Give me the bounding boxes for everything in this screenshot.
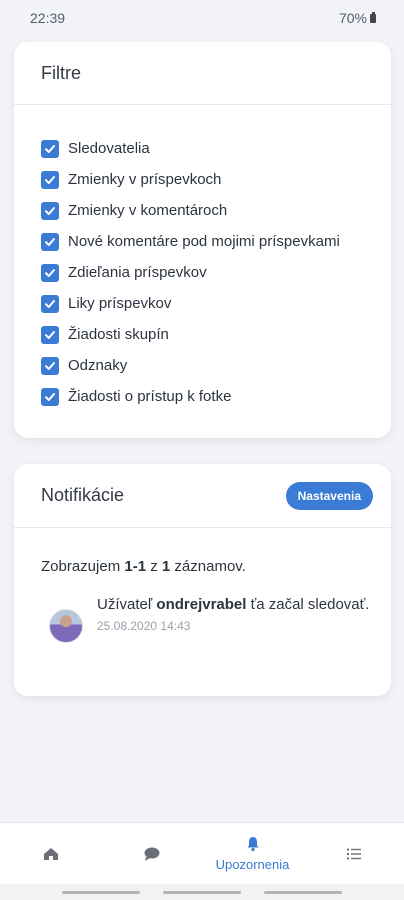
checkbox[interactable]: [41, 170, 59, 189]
filter-label: Liky príspevkov: [68, 295, 172, 312]
status-time: 22:39: [30, 10, 66, 26]
checkbox[interactable]: [41, 139, 59, 158]
notification-time: 25.08.2020 14:43: [97, 619, 191, 633]
filter-item-group-requests[interactable]: Žiadosti skupín: [41, 319, 391, 350]
check-icon: [45, 268, 55, 277]
filter-label: Sledovatelia: [68, 140, 150, 157]
nav-menu[interactable]: [303, 823, 404, 884]
filter-item-mentions-comments[interactable]: Zmienky v komentároch: [41, 195, 391, 226]
nav-notifications-label: Upozornenia: [215, 857, 290, 872]
filter-label: Zdieľania príspevkov: [68, 264, 207, 281]
filters-card: Filtre Sledovatelia Zmienky v príspevkoc…: [14, 42, 391, 438]
notification-user[interactable]: ondrejvrabel: [156, 596, 246, 613]
check-icon: [45, 237, 55, 246]
checkbox[interactable]: [41, 263, 59, 282]
bell-icon: [247, 837, 258, 852]
battery-icon: [370, 11, 376, 23]
settings-button[interactable]: Nastavenia: [285, 481, 373, 510]
gesture-pill[interactable]: [264, 890, 343, 894]
filter-label: Nové komentáre pod mojimi príspevkami: [68, 233, 340, 250]
checkbox[interactable]: [41, 232, 59, 251]
check-icon: [45, 144, 55, 153]
list-icon: [346, 848, 361, 859]
check-icon: [45, 330, 55, 339]
filter-label: Zmienky v príspevkoch: [68, 171, 222, 188]
notification-item[interactable]: Užívateľ ondrejvrabel ťa začal sledovať.…: [14, 575, 391, 643]
filter-item-photo-access[interactable]: Žiadosti o prístup k fotke: [41, 381, 391, 412]
filter-label: Žiadosti skupín: [68, 326, 169, 343]
avatar[interactable]: [49, 609, 83, 643]
summary-range: 1-1: [124, 558, 147, 575]
notification-body: Užívateľ ondrejvrabel ťa začal sledovať.…: [97, 593, 369, 643]
nav-home[interactable]: [0, 823, 101, 884]
home-icon: [43, 847, 58, 860]
checkbox[interactable]: [41, 325, 59, 344]
gesture-pill[interactable]: [61, 890, 140, 894]
notification-suffix: ťa začal sledovať.: [246, 596, 370, 613]
filter-item-new-comments[interactable]: Nové komentáre pod mojimi príspevkami: [41, 226, 391, 257]
checkbox[interactable]: [41, 294, 59, 313]
filter-item-mentions-posts[interactable]: Zmienky v príspevkoch: [41, 164, 391, 195]
status-bar: 22:39 70%: [0, 0, 404, 36]
filter-item-followers[interactable]: Sledovatelia: [41, 133, 391, 164]
filter-list: Sledovatelia Zmienky v príspevkoch Zmien…: [14, 105, 391, 412]
notifications-header: Notifikácie Nastavenia: [14, 464, 391, 528]
check-icon: [45, 299, 55, 308]
filter-item-badges[interactable]: Odznaky: [41, 350, 391, 381]
check-icon: [45, 206, 55, 215]
filter-label: Odznaky: [68, 357, 128, 374]
filters-header: Filtre: [14, 42, 391, 105]
system-navigation-bar: [0, 884, 404, 900]
nav-messages[interactable]: [101, 823, 202, 884]
checkbox[interactable]: [41, 387, 59, 406]
summary-prefix: Zobrazujem: [41, 558, 125, 575]
filter-item-likes[interactable]: Liky príspevkov: [41, 288, 391, 319]
filter-label: Zmienky v komentároch: [68, 202, 228, 219]
notification-prefix: Užívateľ: [97, 596, 157, 613]
summary-suffix: záznamov.: [170, 558, 246, 575]
notification-text: Užívateľ ondrejvrabel ťa začal sledovať.: [97, 593, 369, 617]
checkbox[interactable]: [41, 201, 59, 220]
checkbox[interactable]: [41, 356, 59, 375]
records-summary: Zobrazujem 1-1 z 1 záznamov.: [14, 528, 391, 575]
notifications-title: Notifikácie: [41, 485, 125, 505]
battery-level: 70%: [338, 10, 367, 26]
summary-mid: z: [146, 558, 162, 575]
chat-icon: [144, 847, 159, 861]
check-icon: [45, 175, 55, 184]
filter-label: Žiadosti o prístup k fotke: [68, 388, 232, 405]
summary-total: 1: [161, 558, 171, 575]
battery-indicator: 70%: [339, 10, 376, 26]
check-icon: [45, 392, 55, 401]
notifications-card: Notifikácie Nastavenia Zobrazujem 1-1 z …: [14, 464, 391, 696]
nav-notifications[interactable]: Upozornenia: [202, 823, 303, 884]
bottom-nav: Upozornenia: [0, 822, 404, 884]
gesture-pill[interactable]: [162, 890, 241, 894]
filter-item-shares[interactable]: Zdieľania príspevkov: [41, 257, 391, 288]
filters-title: Filtre: [41, 62, 81, 83]
check-icon: [45, 361, 55, 370]
